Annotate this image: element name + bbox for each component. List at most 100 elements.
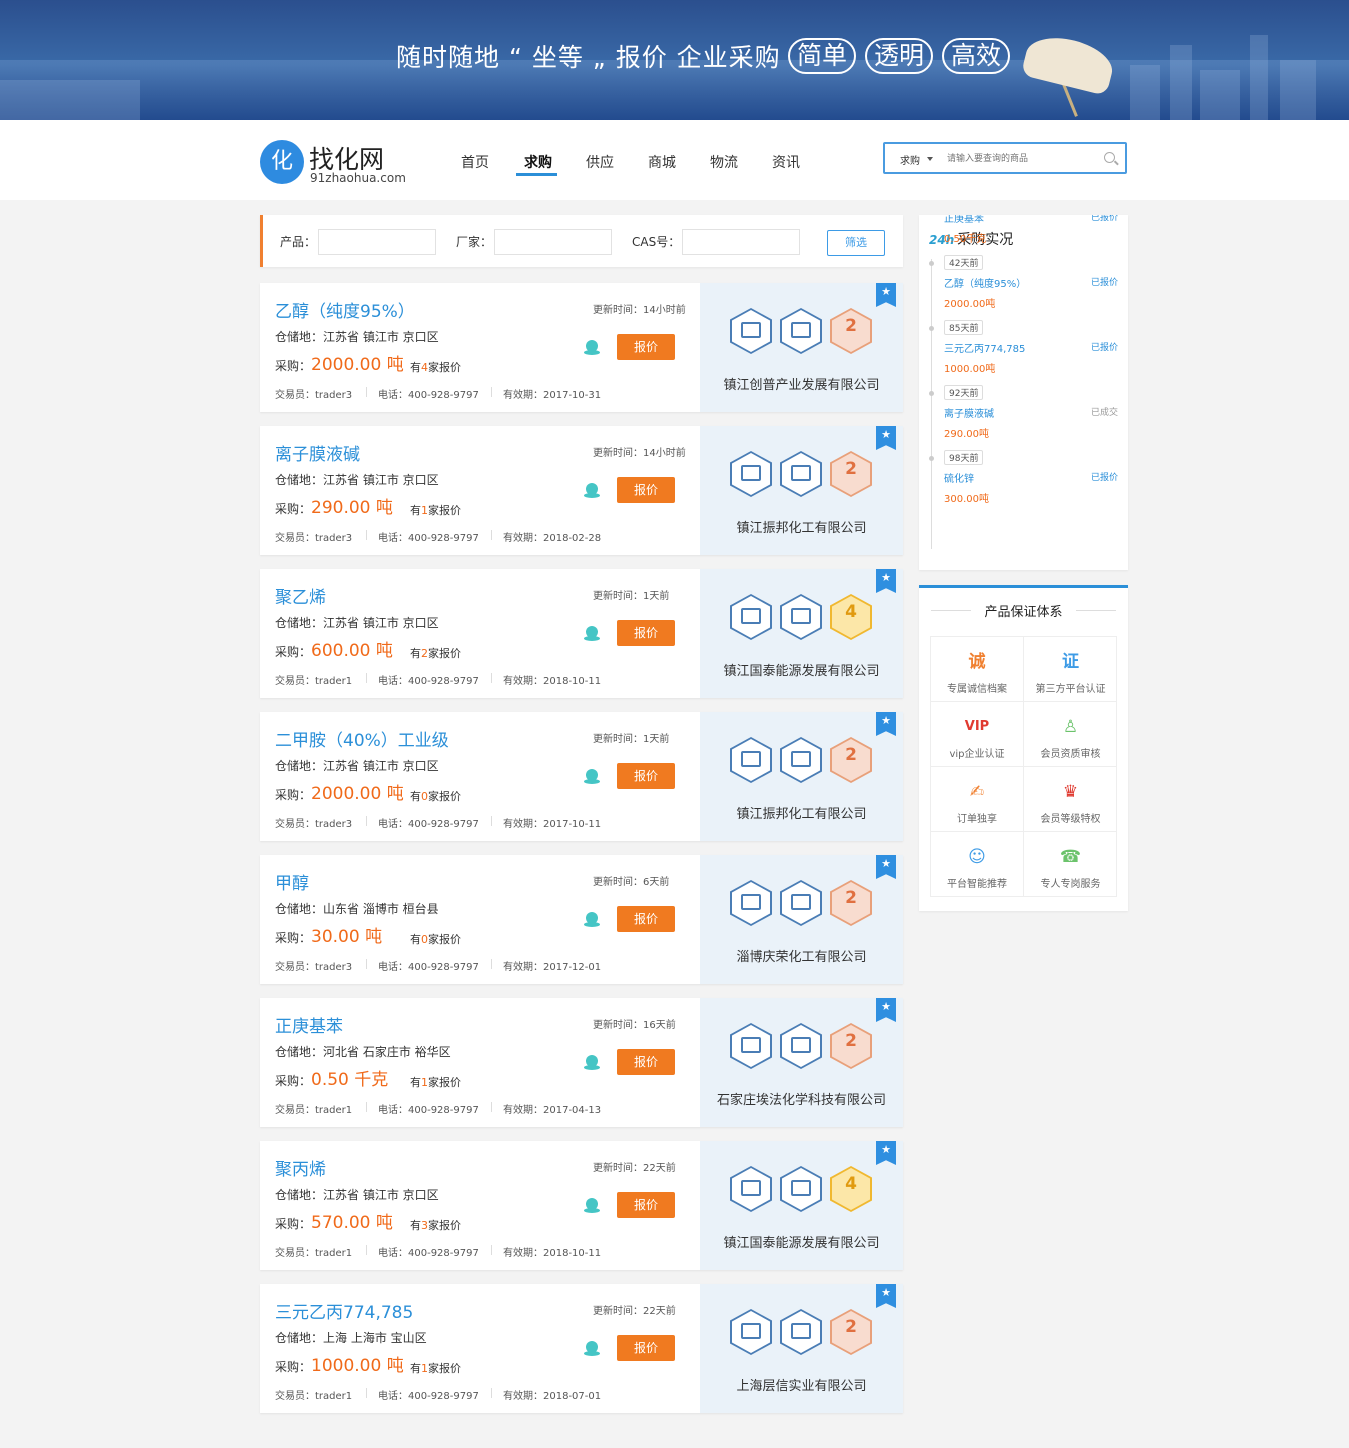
- cas-input[interactable]: [682, 229, 800, 255]
- listing-title[interactable]: 甲醇: [275, 869, 309, 894]
- maker-input[interactable]: [494, 229, 612, 255]
- vip-level-icon: 2: [830, 308, 872, 354]
- guarantee-item[interactable]: 诚专属诚信档案: [931, 637, 1024, 702]
- listing-location: 仓储地：上海 上海市 宝山区: [275, 1331, 427, 1345]
- guarantee-item[interactable]: ♙ 会员资质审核: [1024, 702, 1117, 767]
- listing-price: 采购：1000.00 吨: [275, 1351, 404, 1376]
- building-glyph: [791, 465, 811, 481]
- divider: [366, 1245, 367, 1255]
- nav-purchase[interactable]: 求购: [524, 152, 552, 172]
- live-time-tag: 42天前: [944, 255, 984, 270]
- qq-chat-icon[interactable]: [584, 1341, 600, 1357]
- qq-icon-body: [584, 922, 600, 927]
- live-status: 已报价: [1090, 343, 1118, 353]
- guarantee-panel: 产品保证体系 诚专属诚信档案证第三方平台认证 VIP vip企业认证 ♙ 会员资质审核 ✍…: [919, 585, 1128, 911]
- listing-phone: 电话：400-928-9797: [378, 533, 479, 544]
- live-status: 已报价: [1090, 278, 1118, 288]
- guarantee-item[interactable]: VIP vip企业认证: [931, 702, 1024, 767]
- company-name[interactable]: 镇江振邦化工有限公司: [700, 803, 903, 822]
- qq-chat-icon[interactable]: [584, 1198, 600, 1214]
- listing-price: 采购：30.00 吨: [275, 922, 382, 947]
- banner-building: [1250, 35, 1268, 120]
- product-input[interactable]: [318, 229, 436, 255]
- qq-chat-icon[interactable]: [584, 483, 600, 499]
- quote-button[interactable]: 报价: [617, 1335, 675, 1361]
- guarantee-item[interactable]: ✍ 订单独享: [931, 767, 1024, 832]
- guarantee-item[interactable]: ☺ 平台智能推荐: [931, 832, 1024, 897]
- guarantee-item[interactable]: 证第三方平台认证: [1024, 637, 1117, 702]
- guarantee-icon: 诚: [968, 652, 986, 672]
- divider: [366, 673, 367, 683]
- listing-title[interactable]: 离子膜液碱: [275, 440, 360, 465]
- logo-icon[interactable]: 化: [260, 140, 304, 184]
- listing-title[interactable]: 三元乙丙774,785: [275, 1298, 413, 1323]
- live-status: 已报价: [1090, 473, 1118, 483]
- company-name[interactable]: 镇江国泰能源发展有限公司: [700, 1232, 903, 1251]
- price-value: 0.50 千克: [311, 1070, 389, 1090]
- listing-location: 仓储地：江苏省 镇江市 京口区: [275, 473, 439, 487]
- company-name[interactable]: 石家庄埃法化学科技有限公司: [700, 1089, 903, 1108]
- listing-title[interactable]: 二甲胺（40%）工业级: [275, 726, 449, 751]
- price-label: 采购：: [275, 645, 312, 659]
- nav-supply[interactable]: 供应: [586, 152, 614, 172]
- qq-chat-icon[interactable]: [584, 912, 600, 928]
- qq-chat-icon[interactable]: [584, 626, 600, 642]
- listing-title[interactable]: 聚乙烯: [275, 583, 326, 608]
- chevron-down-icon[interactable]: [927, 157, 933, 164]
- nav-news[interactable]: 资讯: [772, 152, 800, 172]
- vip-level-number: 4: [845, 1174, 857, 1194]
- qq-chat-icon[interactable]: [584, 769, 600, 785]
- listing-valid-until: 有效期：2017-10-11: [503, 819, 602, 830]
- live-product-name[interactable]: 离子膜液碱: [944, 405, 994, 420]
- nav-mall[interactable]: 商城: [648, 152, 676, 172]
- company-name[interactable]: 淄博庆荣化工有限公司: [700, 946, 903, 965]
- listing-title[interactable]: 聚丙烯: [275, 1155, 326, 1180]
- search-input[interactable]: [947, 150, 1097, 168]
- quote-prefix: 有: [410, 933, 421, 946]
- price-label: 采购：: [275, 1217, 312, 1231]
- live-product-name[interactable]: 三元乙丙774,785: [944, 340, 1025, 355]
- live-product-name[interactable]: 乙醇（纯度95%）: [944, 275, 1026, 290]
- quote-button[interactable]: 报价: [617, 1049, 675, 1075]
- listing-valid-until: 有效期：2018-10-11: [503, 1248, 602, 1259]
- listing-phone: 电话：400-928-9797: [378, 1248, 479, 1259]
- company-panel: 2 淄博庆荣化工有限公司: [700, 855, 903, 984]
- live-quantity: 300.00吨: [944, 494, 989, 505]
- live-product-name[interactable]: 正庚基苯: [944, 215, 984, 225]
- company-name[interactable]: 上海层信实业有限公司: [700, 1375, 903, 1394]
- quote-button[interactable]: 报价: [617, 1192, 675, 1218]
- listing-trader: 交易员：trader3: [275, 962, 353, 973]
- qq-chat-icon[interactable]: [584, 1055, 600, 1071]
- company-name[interactable]: 镇江国泰能源发展有限公司: [700, 660, 903, 679]
- listing-valid-until: 有效期：2018-07-01: [503, 1391, 602, 1402]
- vip-level-icon: 2: [830, 451, 872, 497]
- listing-title[interactable]: 乙醇（纯度95%）: [275, 297, 415, 322]
- search-icon[interactable]: [1104, 152, 1115, 163]
- nav-logistics[interactable]: 物流: [710, 152, 738, 172]
- quote-button[interactable]: 报价: [617, 620, 675, 646]
- quote-button[interactable]: 报价: [617, 334, 675, 360]
- live-product-name[interactable]: 硫化锌: [944, 470, 974, 485]
- listing-trader: 交易员：trader3: [275, 819, 353, 830]
- guarantee-item[interactable]: ♛ 会员等级特权: [1024, 767, 1117, 832]
- live-purchases-panel: 24h 采购实况 正庚基苯 已报价 0.50千克 42天前 乙醇（纯度95%） 已报价 200…: [919, 215, 1128, 570]
- quote-button[interactable]: 报价: [617, 477, 675, 503]
- company-name[interactable]: 镇江创普产业发展有限公司: [700, 374, 903, 393]
- nav-home[interactable]: 首页: [461, 152, 489, 172]
- quote-button[interactable]: 报价: [617, 906, 675, 932]
- qq-chat-icon[interactable]: [584, 340, 600, 356]
- listing-quote-count: 有4家报价: [410, 359, 461, 375]
- listing-location: 仓储地：江苏省 镇江市 京口区: [275, 330, 439, 344]
- filter-button[interactable]: 筛选: [827, 230, 885, 256]
- id-verified-icon: [730, 451, 772, 497]
- guarantee-item[interactable]: ☎ 专人专岗服务: [1024, 832, 1117, 897]
- listing-phone: 电话：400-928-9797: [378, 1105, 479, 1116]
- quote-button[interactable]: 报价: [617, 763, 675, 789]
- vip-level-icon: 2: [830, 1023, 872, 1069]
- listing-location: 仓储地：江苏省 镇江市 京口区: [275, 759, 439, 773]
- live-status: 已报价: [1090, 215, 1118, 223]
- listing-card: 三元乙丙774,785 更新时间：22天前 仓储地：上海 上海市 宝山区 采购：100…: [260, 1284, 903, 1413]
- listing-title[interactable]: 正庚基苯: [275, 1012, 343, 1037]
- company-name[interactable]: 镇江振邦化工有限公司: [700, 517, 903, 536]
- search-type-select[interactable]: 求购: [900, 152, 920, 167]
